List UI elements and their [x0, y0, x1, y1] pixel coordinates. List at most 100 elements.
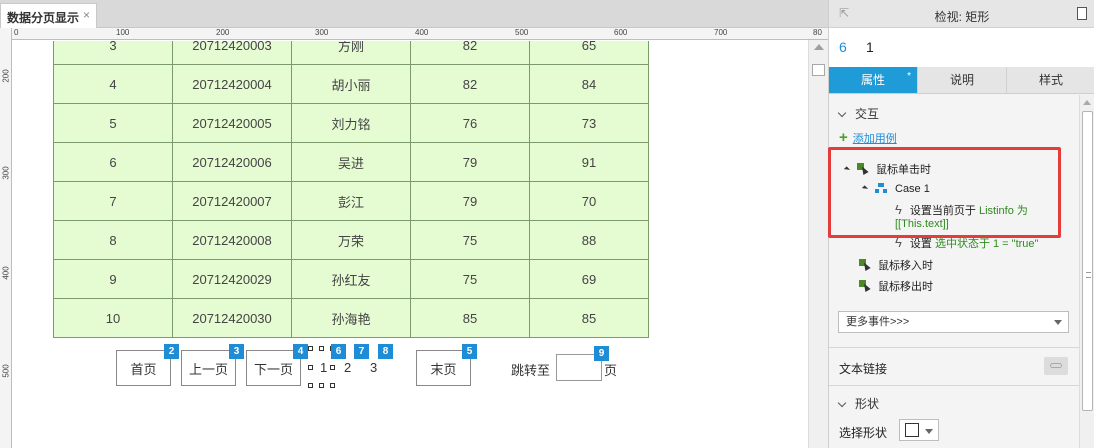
table-cell: 彭江	[291, 181, 411, 221]
rectangle-shape-icon	[905, 423, 919, 437]
selection-name[interactable]: 1	[866, 39, 874, 55]
table-cell: 88	[529, 220, 649, 260]
tab-notes[interactable]: 说明	[918, 67, 1007, 93]
ruler-label: 100	[116, 28, 130, 37]
action-value: 选中状态于 1 = "true"	[934, 238, 1039, 250]
grip-icon	[1086, 272, 1091, 278]
widget-badge: 9	[594, 346, 609, 361]
selection-handle[interactable]	[330, 365, 335, 370]
ruler-label: 200	[1, 69, 11, 83]
scrollbar-thumb[interactable]	[1082, 111, 1093, 411]
prev-page-button[interactable]: 上一页	[181, 350, 236, 386]
table-cell: 82	[410, 64, 530, 104]
tab-style[interactable]: 样式	[1007, 67, 1094, 93]
table-cell: 吴进	[291, 142, 411, 182]
shape-section-header[interactable]: 形状	[837, 395, 880, 412]
canvas-scrollbar[interactable]	[808, 40, 828, 448]
page-number-2[interactable]: 2	[344, 360, 351, 375]
ruler-label: 400	[415, 28, 429, 37]
table-row[interactable]: 4 20712420004 胡小丽 82 84	[53, 64, 649, 104]
ruler-label: 500	[515, 28, 529, 37]
event-mouse-leave[interactable]: 鼠标移出时	[859, 278, 933, 294]
tab-label: 说明	[949, 73, 974, 87]
chevron-down-icon	[925, 429, 933, 434]
panel-scrollbar[interactable]	[1079, 95, 1094, 448]
selection-handle[interactable]	[308, 383, 313, 388]
section-title: 交互	[855, 107, 880, 121]
table-row[interactable]: 6 20712420006 吴进 79 91	[53, 142, 649, 182]
first-page-button[interactable]: 首页	[116, 350, 171, 386]
chevron-down-icon	[837, 108, 847, 118]
table-cell: 20712420003	[172, 41, 292, 65]
tab-properties[interactable]: 属性 *	[829, 67, 918, 93]
interaction-section-header[interactable]: 交互	[837, 105, 880, 122]
table-cell: 7	[53, 181, 173, 221]
table-cell: 20712420008	[172, 220, 292, 260]
add-case-label: 添加用例	[852, 133, 897, 145]
scroll-up-icon[interactable]	[814, 44, 824, 50]
scroll-up-icon[interactable]	[1083, 100, 1091, 105]
plus-icon: +	[839, 129, 848, 146]
selection-info: 6 1	[829, 28, 1094, 67]
widget-badge: 4	[293, 344, 308, 359]
table-row[interactable]: 5 20712420005 刘力铭 76 73	[53, 103, 649, 143]
scrollbar-thumb[interactable]	[812, 64, 825, 76]
selection-handle[interactable]	[319, 346, 324, 351]
table-cell: 79	[410, 142, 530, 182]
page-number-current[interactable]: 1	[320, 360, 327, 375]
table-cell: 76	[410, 103, 530, 143]
table-cell: 20712420004	[172, 64, 292, 104]
document-tab[interactable]: 数据分页显示 ×	[0, 3, 97, 28]
page-number-total[interactable]: 3	[370, 360, 377, 375]
table-row[interactable]: 3 20712420003 方刚 82 65	[53, 41, 649, 65]
section-title: 形状	[855, 397, 880, 411]
inspector-tabs: 属性 * 说明 样式	[829, 67, 1094, 94]
link-button[interactable]	[1044, 357, 1068, 375]
table-cell: 69	[529, 259, 649, 299]
text-link-label: 文本链接	[839, 362, 888, 376]
selection-handle[interactable]	[308, 346, 313, 351]
divider	[829, 347, 1079, 348]
table-cell: 79	[410, 181, 530, 221]
ruler-label: 500	[1, 364, 11, 378]
action-prefix: 设置	[909, 238, 932, 250]
shape-picker[interactable]	[899, 419, 939, 441]
data-table[interactable]: 3 20712420003 方刚 82 65 4 20712420004 胡小丽 82 84 5 20…	[53, 41, 649, 338]
table-row[interactable]: 7 20712420007 彭江 79 70	[53, 181, 649, 221]
event-mouse-enter[interactable]: 鼠标移入时	[859, 257, 933, 273]
link-icon	[1050, 363, 1062, 368]
table-cell: 73	[529, 103, 649, 143]
more-events-dropdown[interactable]: 更多事件>>>	[838, 311, 1069, 333]
selection-handle[interactable]	[330, 383, 335, 388]
ruler-label: 0	[14, 28, 19, 37]
table-row[interactable]: 8 20712420008 万荣 75 88	[53, 220, 649, 260]
widget-badge: 8	[378, 344, 393, 359]
table-cell: 4	[53, 64, 173, 104]
table-cell: 孙红友	[291, 259, 411, 299]
table-cell: 万荣	[291, 220, 411, 260]
table-cell: 3	[53, 41, 173, 65]
ruler-label: 400	[1, 266, 11, 280]
table-cell: 75	[410, 259, 530, 299]
add-case-link[interactable]: + 添加用例	[839, 129, 897, 146]
widget-badge: 6	[331, 344, 346, 359]
table-row[interactable]: 10 20712420030 孙海艳 85 85	[53, 298, 649, 338]
widget-badge: 5	[462, 344, 477, 359]
design-canvas[interactable]: 3 20712420003 方刚 82 65 4 20712420004 胡小丽 82 84 5 20…	[13, 41, 808, 448]
table-cell: 5	[53, 103, 173, 143]
jump-label: 跳转至	[511, 363, 551, 378]
widget-badge: 3	[229, 344, 244, 359]
table-cell: 8	[53, 220, 173, 260]
event-label: 鼠标移入时	[878, 260, 933, 272]
document-tab-bar: 数据分页显示 ×	[0, 0, 828, 28]
table-cell: 70	[529, 181, 649, 221]
table-cell: 20712420030	[172, 298, 292, 338]
close-tab-icon[interactable]: ×	[83, 8, 90, 22]
widget-badge: 7	[354, 344, 369, 359]
event-label: 鼠标移出时	[878, 281, 933, 293]
page-icon[interactable]	[1077, 7, 1087, 20]
selection-handle[interactable]	[319, 383, 324, 388]
table-row[interactable]: 9 20712420029 孙红友 75 69	[53, 259, 649, 299]
selection-handle[interactable]	[308, 365, 313, 370]
annotation-highlight-box	[828, 147, 1061, 238]
